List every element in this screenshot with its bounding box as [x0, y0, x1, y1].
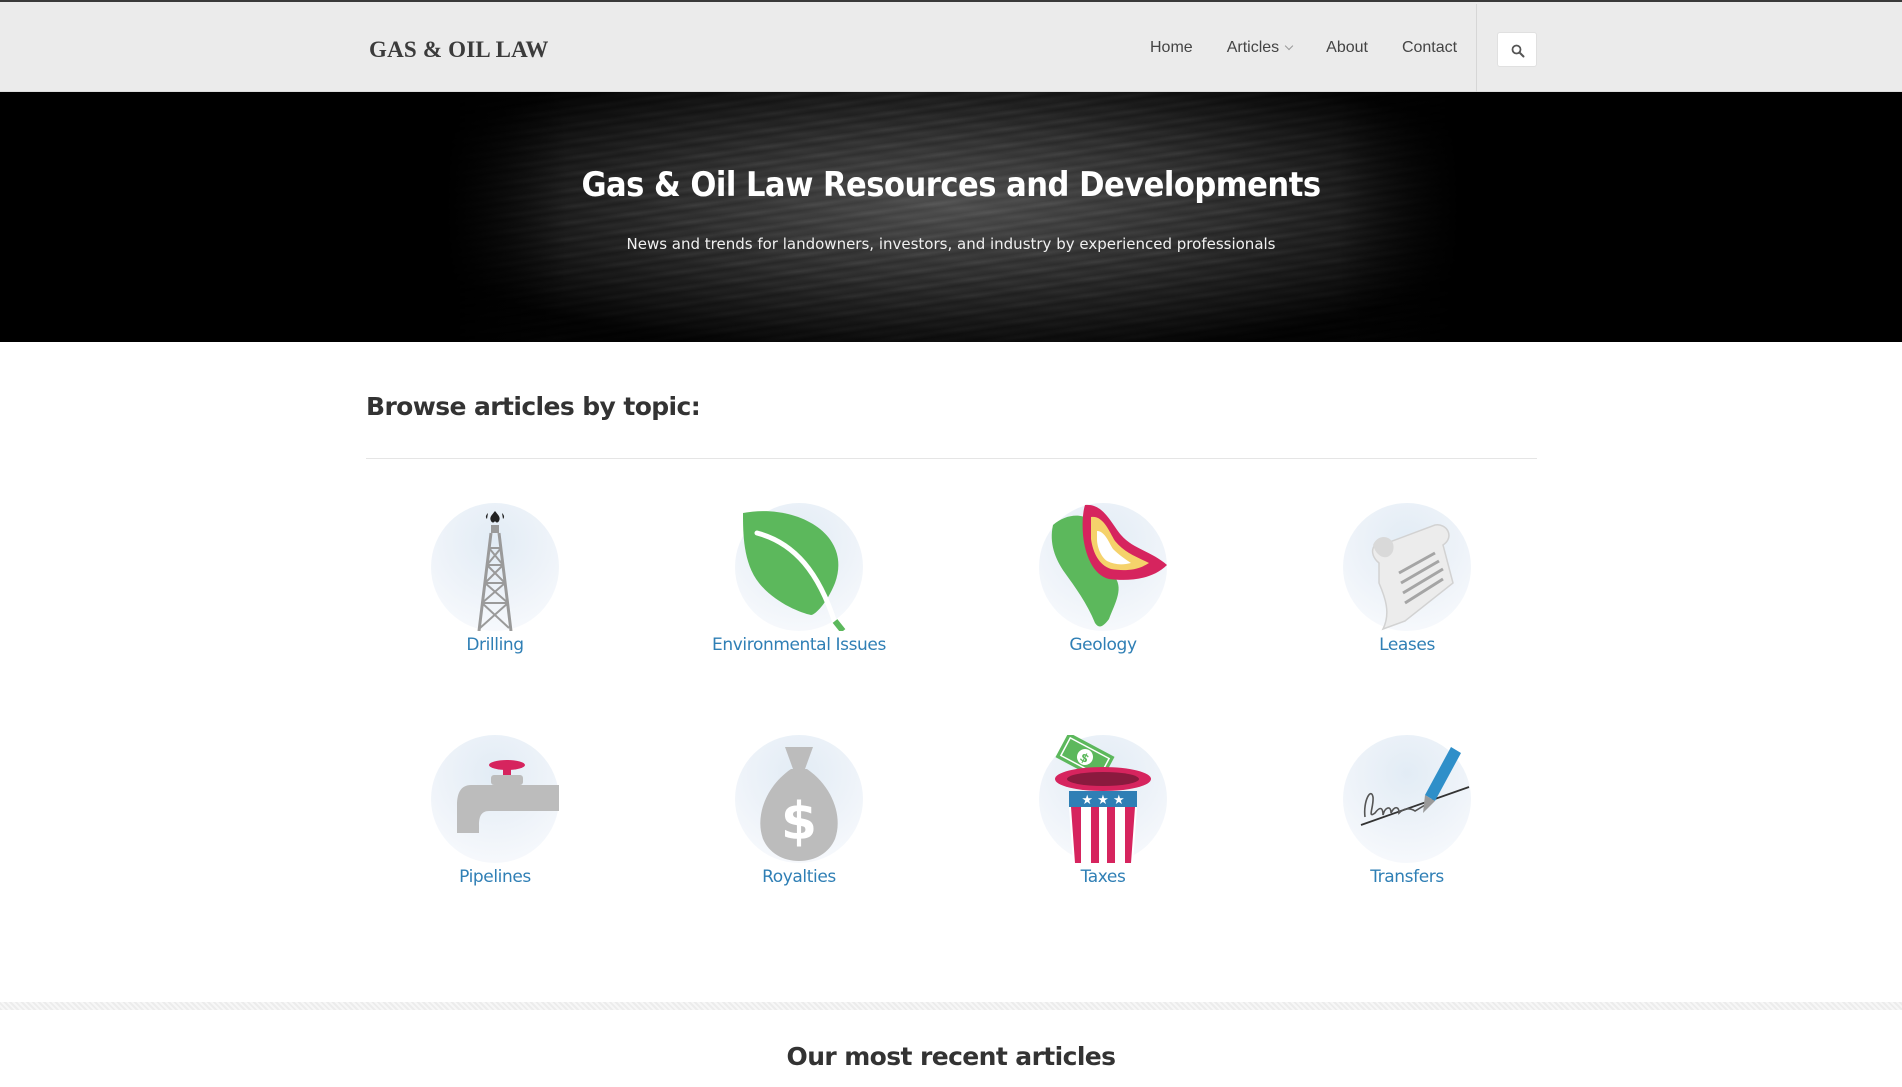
topic-icon-circle: [735, 503, 863, 631]
nav-contact[interactable]: Contact: [1402, 39, 1457, 57]
site-header: GAS & OIL LAW Home Articles About Contac…: [0, 0, 1902, 93]
section-band: [0, 1002, 1902, 1010]
topic-drilling[interactable]: Drilling: [385, 503, 605, 655]
faucet-icon: [457, 760, 559, 833]
svg-text:★ ★ ★: ★ ★ ★: [1081, 793, 1124, 808]
topic-label: Environmental Issues: [712, 635, 886, 655]
topic-icon-circle: [431, 735, 559, 863]
topic-environmental-issues[interactable]: Environmental Issues: [689, 503, 909, 655]
topic-icon-circle: [1343, 735, 1471, 863]
money-bag-icon: $: [760, 747, 838, 861]
nav-articles-label: Articles: [1226, 39, 1280, 56]
hero-subtitle: News and trends for landowners, investor…: [626, 235, 1276, 253]
leaf-icon: [743, 511, 846, 631]
document-scroll-icon: [1371, 524, 1454, 631]
topic-transfers[interactable]: Transfers: [1297, 735, 1517, 887]
section-divider: [366, 458, 1537, 459]
topic-pipelines[interactable]: Pipelines: [385, 735, 605, 887]
topic-label: Pipelines: [459, 867, 531, 887]
site-logo[interactable]: GAS & OIL LAW: [369, 37, 549, 63]
topic-label: Transfers: [1370, 867, 1444, 887]
topic-icon-circle: $: [735, 735, 863, 863]
pen-signature-icon: [1360, 747, 1470, 826]
nav-about[interactable]: About: [1326, 39, 1368, 57]
topic-icon-circle: [431, 503, 559, 631]
map-layers-icon: [1051, 504, 1167, 627]
nav-home[interactable]: Home: [1150, 39, 1193, 57]
hero-background-image: [445, 92, 1460, 342]
svg-text:$: $: [781, 792, 817, 852]
main-nav: Home Articles About Contact: [1150, 39, 1491, 57]
topic-royalties[interactable]: $ Royalties: [689, 735, 909, 887]
topic-label: Leases: [1379, 635, 1435, 655]
hero-title: Gas & Oil Law Resources and Developments: [581, 165, 1321, 205]
topic-taxes[interactable]: $ ★ ★ ★ Taxes: [993, 735, 1213, 887]
topic-geology[interactable]: Geology: [993, 503, 1213, 655]
recent-articles-title: Our most recent articles: [786, 1042, 1117, 1071]
nav-divider: [1476, 4, 1477, 93]
topic-icon-circle: $ ★ ★ ★: [1039, 735, 1167, 863]
hero-banner: Gas & Oil Law Resources and Developments…: [0, 92, 1902, 342]
topic-label: Royalties: [762, 867, 836, 887]
chevron-down-icon: [1284, 41, 1294, 51]
search-button[interactable]: [1497, 32, 1537, 67]
topic-icon-circle: [1343, 503, 1471, 631]
topic-leases[interactable]: Leases: [1297, 503, 1517, 655]
uncle-sam-hat-icon: $ ★ ★ ★: [1055, 735, 1151, 863]
nav-articles[interactable]: Articles: [1226, 39, 1294, 57]
search-icon: [1511, 44, 1525, 58]
topic-label: Geology: [1069, 635, 1137, 655]
topic-icon-circle: [1039, 503, 1167, 631]
oil-derrick-icon: [477, 511, 513, 631]
topic-label: Drilling: [466, 635, 524, 655]
topic-label: Taxes: [1080, 867, 1126, 887]
browse-title: Browse articles by topic:: [366, 392, 701, 421]
